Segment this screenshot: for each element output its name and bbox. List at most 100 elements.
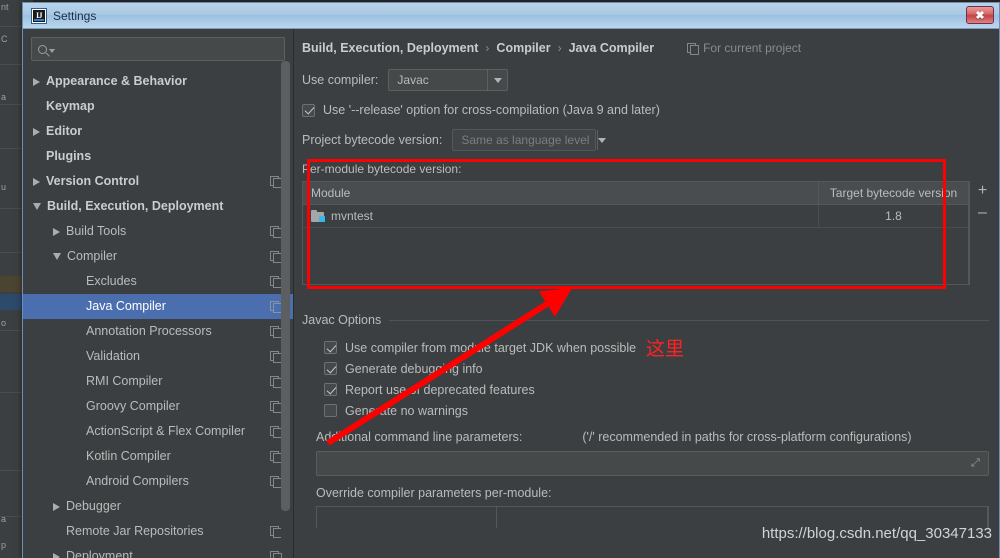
chevron-right-icon[interactable]: [33, 177, 40, 186]
chevron-right-icon[interactable]: [53, 227, 60, 236]
sidebar-item-build-tools[interactable]: Build Tools: [23, 219, 293, 244]
sidebar-item-kotlin-compiler[interactable]: Kotlin Compiler: [23, 444, 293, 469]
breadcrumb-separator: ›: [485, 41, 490, 55]
javac-option-label: Generate no warnings: [345, 403, 468, 418]
breadcrumb: Build, Execution, Deployment › Compiler …: [294, 29, 999, 55]
cell-module: mvntest: [303, 205, 818, 227]
project-scope-icon: [270, 426, 282, 438]
chevron-right-icon[interactable]: [33, 127, 40, 136]
use-compiler-row: Use compiler: Javac: [294, 69, 999, 91]
chevron-right-icon[interactable]: [33, 77, 40, 86]
sidebar-item-editor[interactable]: Editor: [23, 119, 293, 144]
project-bytecode-label: Project bytecode version:: [302, 133, 443, 147]
sidebar-item-debugger[interactable]: Debugger: [23, 494, 293, 519]
chevron-down-icon[interactable]: [487, 70, 507, 90]
sidebar-item-actionscript-flex-compiler[interactable]: ActionScript & Flex Compiler: [23, 419, 293, 444]
breadcrumb-item-0[interactable]: Build, Execution, Deployment: [302, 41, 478, 55]
close-icon[interactable]: ✖: [966, 6, 994, 24]
per-module-section: Per-module bytecode version: Module Targ…: [294, 162, 999, 285]
chevron-right-icon[interactable]: [53, 502, 60, 511]
chevron-down-icon[interactable]: [53, 253, 61, 260]
project-bytecode-select[interactable]: Same as language level: [452, 129, 607, 151]
sidebar-item-android-compilers[interactable]: Android Compilers: [23, 469, 293, 494]
screenshot-root: nt C a u o a p IJ Settings ✖ Appearance …: [0, 0, 1000, 558]
use-compiler-select[interactable]: Javac: [388, 69, 509, 91]
javac-options-title: Javac Options: [302, 313, 382, 327]
sidebar-item-label: Build, Execution, Deployment: [47, 199, 224, 214]
sidebar-item-label: Deployment: [66, 549, 133, 558]
javac-options-separator: Javac Options: [294, 313, 999, 327]
expand-icon[interactable]: ⤢: [971, 458, 982, 469]
column-header-module[interactable]: Module: [303, 182, 818, 204]
javac-option-checkbox[interactable]: [324, 404, 337, 417]
breadcrumb-separator: ›: [557, 41, 562, 55]
additional-params-input[interactable]: ⤢: [316, 451, 989, 476]
javac-option-row[interactable]: Generate no warnings: [294, 400, 999, 421]
javac-option-label: Report use of deprecated features: [345, 382, 535, 397]
per-module-table: Module Target bytecode version mvntest 1…: [302, 181, 969, 285]
sidebar-item-remote-jar-repositories[interactable]: Remote Jar Repositories: [23, 519, 293, 544]
table-row[interactable]: mvntest 1.8: [303, 205, 968, 228]
sidebar-item-annotation-processors[interactable]: Annotation Processors: [23, 319, 293, 344]
cell-target-version[interactable]: 1.8: [818, 205, 968, 227]
sidebar-item-label: Plugins: [46, 149, 92, 164]
sidebar-item-version-control[interactable]: Version Control: [23, 169, 293, 194]
sidebar-item-compiler[interactable]: Compiler: [23, 244, 293, 269]
release-option-row[interactable]: Use '--release' option for cross-compila…: [294, 103, 999, 117]
sidebar-item-label: Java Compiler: [86, 299, 166, 314]
release-option-checkbox[interactable]: [302, 103, 315, 117]
sidebar-item-rmi-compiler[interactable]: RMI Compiler: [23, 369, 293, 394]
chevron-down-icon[interactable]: [33, 203, 41, 210]
window-title: Settings: [53, 8, 97, 23]
project-scope-icon: [270, 451, 282, 463]
sidebar-item-java-compiler[interactable]: Java Compiler: [23, 294, 293, 319]
javac-option-row[interactable]: Report use of deprecated features: [294, 379, 999, 400]
javac-option-checkbox[interactable]: [324, 362, 337, 375]
annotation-note: 这里: [646, 338, 685, 360]
sidebar-item-deployment[interactable]: Deployment: [23, 544, 293, 558]
sidebar-item-keymap[interactable]: Keymap: [23, 94, 293, 119]
column-header-target[interactable]: Target bytecode version: [818, 182, 968, 204]
javac-option-checkbox[interactable]: [324, 383, 337, 396]
sidebar-item-excludes[interactable]: Excludes: [23, 269, 293, 294]
cell-module-label: mvntest: [331, 209, 374, 223]
remove-module-button[interactable]: –: [978, 205, 987, 221]
sidebar-item-appearance-behavior[interactable]: Appearance & Behavior: [23, 69, 293, 94]
search-input[interactable]: [60, 41, 278, 57]
project-scope-icon: [270, 526, 282, 538]
watermark: https://blog.csdn.net/qq_30347133: [761, 525, 992, 542]
additional-params-section: Additional command line parameters: ('/'…: [294, 430, 999, 476]
search-box[interactable]: [31, 37, 285, 61]
sidebar-item-label: Annotation Processors: [86, 324, 212, 339]
sidebar-item-label: Kotlin Compiler: [86, 449, 171, 464]
sidebar-item-label: Remote Jar Repositories: [66, 524, 204, 539]
sidebar-item-plugins[interactable]: Plugins: [23, 144, 293, 169]
intellij-idea-icon: IJ: [31, 7, 47, 24]
settings-tree: Appearance & Behavior Keymap Editor Plugins…: [23, 65, 293, 558]
add-module-button[interactable]: +: [978, 183, 987, 199]
sidebar-item-label: Version Control: [46, 174, 140, 189]
chevron-down-icon: [49, 49, 55, 53]
javac-option-row[interactable]: Generate debugging info: [294, 358, 999, 379]
use-compiler-value: Javac: [397, 73, 429, 87]
project-scope-icon: [270, 176, 282, 188]
project-bytecode-row: Project bytecode version: Same as langua…: [294, 129, 999, 151]
breadcrumb-item-1[interactable]: Compiler: [496, 41, 550, 55]
module-folder-icon: [311, 210, 325, 222]
javac-option-checkbox[interactable]: [324, 341, 337, 354]
sidebar-scrollbar-thumb[interactable]: [281, 61, 290, 511]
settings-sidebar: Appearance & Behavior Keymap Editor Plugins…: [23, 29, 294, 558]
sidebar-item-label: ActionScript & Flex Compiler: [86, 424, 246, 439]
project-scope-icon: [270, 301, 282, 313]
project-scope-icon: [270, 276, 282, 288]
search-wrapper: [23, 29, 293, 65]
sidebar-item-build-execution-deployment[interactable]: Build, Execution, Deployment: [23, 194, 293, 219]
chevron-right-icon[interactable]: [53, 552, 60, 558]
sidebar-item-groovy-compiler[interactable]: Groovy Compiler: [23, 394, 293, 419]
override-params-label: Override compiler parameters per-module:: [316, 486, 552, 500]
javac-option-label: Use compiler from module target JDK when…: [345, 340, 637, 355]
sidebar-item-validation[interactable]: Validation: [23, 344, 293, 369]
sidebar-item-label: Excludes: [86, 274, 137, 289]
sidebar-item-label: Compiler: [67, 249, 118, 264]
chevron-down-icon[interactable]: [597, 130, 607, 150]
